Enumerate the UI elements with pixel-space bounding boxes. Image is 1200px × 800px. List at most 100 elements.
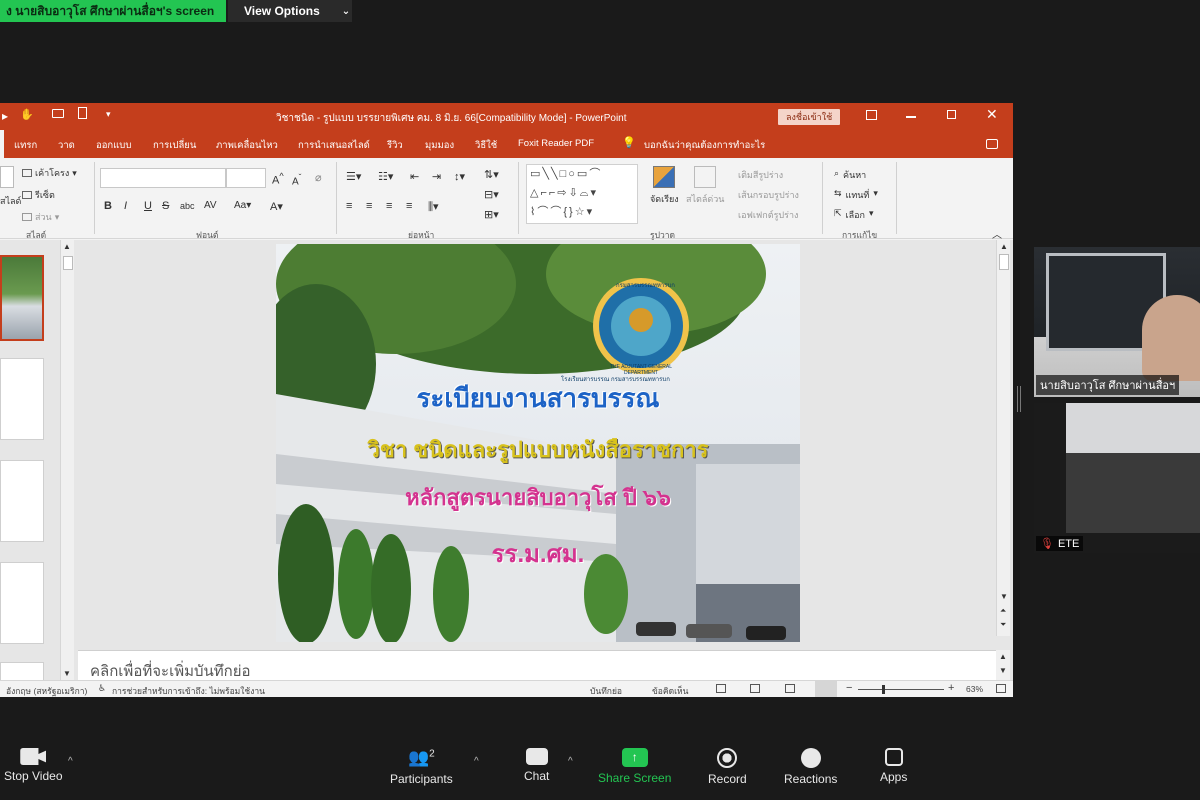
scroll-up-icon[interactable]: ▲	[1000, 242, 1008, 251]
grow-font-icon[interactable]: A^	[272, 171, 284, 187]
tab-foxit[interactable]: Foxit Reader PDF	[518, 138, 594, 149]
reactions-button[interactable]: Reactions	[784, 748, 837, 786]
touch-mode-icon[interactable]: ✋	[20, 108, 34, 121]
smartart-icon[interactable]: ⊞▾	[484, 208, 499, 221]
text-direction-icon[interactable]: ⇅▾	[484, 168, 499, 181]
slide-thumbnail-2[interactable]	[0, 358, 44, 440]
shapes-gallery[interactable]: ▭╲╲□○▭⌒ △⌐⌐⇨⇩⌓▾ ⌇⌒⌒{}☆▾	[526, 164, 638, 224]
replace-button[interactable]: ⇆ แทนที่ ▾	[834, 188, 878, 202]
font-size-dropdown[interactable]	[226, 168, 266, 188]
numbering-icon[interactable]: ☷▾	[378, 170, 393, 183]
align-left-icon[interactable]: ≡	[346, 200, 352, 212]
scroll-thumb[interactable]	[999, 254, 1009, 270]
zoom-slider[interactable]	[858, 685, 944, 694]
chat-options-caret[interactable]: ^	[568, 756, 573, 767]
shrink-font-icon[interactable]: Aˇ	[292, 172, 301, 187]
layout-button[interactable]: เค้าโครง ▾	[22, 166, 77, 180]
char-spacing-icon[interactable]: abc	[180, 201, 195, 211]
justify-icon[interactable]: ≡	[406, 200, 412, 212]
scroll-thumb[interactable]	[63, 256, 73, 270]
tell-me-search[interactable]: บอกฉันว่าคุณต้องการทำอะไร	[644, 138, 765, 153]
participants-options-caret[interactable]: ^	[474, 756, 479, 767]
autosave-icon[interactable]: ▸	[2, 109, 8, 123]
slide-thumbnail-4[interactable]	[0, 562, 44, 644]
minimize-icon[interactable]	[906, 116, 916, 118]
align-right-icon[interactable]: ≡	[386, 200, 392, 212]
apps-button[interactable]: Apps	[880, 748, 907, 784]
increase-indent-icon[interactable]: ⇥	[432, 170, 441, 183]
view-options-button[interactable]: View Options ⌄	[228, 0, 352, 22]
customize-qat-icon[interactable]: ▾	[106, 109, 111, 120]
slide-thumbnail-1[interactable]	[0, 255, 44, 341]
find-button[interactable]: ⌕ ค้นหา	[834, 168, 866, 182]
accessibility-status[interactable]: การช่วยสำหรับการเข้าถึง: ไม่พร้อมใช้งาน	[112, 684, 265, 697]
font-name-dropdown[interactable]	[100, 168, 226, 188]
scroll-down-icon[interactable]: ▼	[999, 666, 1007, 675]
columns-icon[interactable]: ⫼▾	[428, 200, 439, 214]
language-status[interactable]: อังกฤษ (สหรัฐอเมริกา)	[6, 684, 87, 697]
reset-button[interactable]: รีเซ็ต	[22, 188, 55, 202]
tab-transitions[interactable]: การเปลี่ยน	[153, 138, 196, 153]
tab-slideshow[interactable]: การนำเสนอสไลด์	[298, 138, 370, 153]
bullets-icon[interactable]: ☰▾	[346, 170, 361, 183]
sign-in-button[interactable]: ลงชื่อเข้าใช้	[778, 109, 841, 125]
accessibility-icon[interactable]: ♿	[98, 683, 106, 694]
select-button[interactable]: ⇱ เลือก ▾	[834, 208, 874, 222]
tab-view[interactable]: มุมมอง	[425, 138, 454, 153]
comments-icon[interactable]	[986, 139, 998, 149]
stop-video-button[interactable]: Stop Video	[4, 748, 63, 783]
restore-icon[interactable]	[947, 110, 956, 119]
slide-canvas[interactable]: THE ADJUTANT GENERAL DEPARTMENT กรมสารบร…	[276, 244, 800, 642]
participant-video-2[interactable]: 🎙 ETE	[1034, 403, 1200, 553]
font-color-icon[interactable]: A▾	[270, 200, 283, 213]
next-slide-icon[interactable]: ⏷	[1000, 620, 1006, 630]
comments-button[interactable]: ข้อคิดเห็น	[652, 684, 688, 697]
change-case-icon[interactable]: Aa▾	[234, 200, 251, 211]
chat-button[interactable]: Chat	[524, 748, 549, 783]
participants-button[interactable]: 👥2 Participants	[390, 748, 453, 786]
reading-view-icon[interactable]	[785, 684, 795, 693]
tab-draw[interactable]: วาด	[58, 138, 75, 153]
zoom-slider-thumb[interactable]	[882, 685, 885, 694]
slide-sorter-icon[interactable]	[750, 684, 760, 693]
tab-help[interactable]: วิธีใช้	[475, 138, 497, 153]
open-file-icon[interactable]	[52, 109, 64, 118]
tab-animations[interactable]: ภาพเคลื่อนไหว	[216, 138, 278, 153]
fit-slide-icon[interactable]	[996, 684, 1006, 693]
tab-insert[interactable]: แทรก	[14, 138, 37, 153]
line-spacing-icon[interactable]: ↕▾	[454, 170, 465, 183]
new-slide-button[interactable]	[0, 166, 14, 188]
shape-effects-button[interactable]: เอฟเฟกต์รูปร่าง	[738, 208, 798, 222]
align-center-icon[interactable]: ≡	[366, 200, 372, 212]
collapse-ribbon-icon[interactable]: ︿	[992, 226, 1002, 241]
thumbnail-scrollbar[interactable]: ▼ ▲	[60, 240, 74, 680]
new-file-icon[interactable]	[78, 107, 87, 119]
ribbon-display-icon[interactable]	[866, 110, 877, 120]
zoom-out-icon[interactable]: −	[846, 682, 852, 694]
slideshow-icon[interactable]	[815, 681, 837, 697]
spacing-icon[interactable]: AV	[204, 200, 217, 211]
clear-format-icon[interactable]: ⌀	[315, 171, 322, 184]
video-options-caret[interactable]: ^	[68, 756, 73, 767]
zoom-in-icon[interactable]: +	[948, 682, 954, 694]
align-text-icon[interactable]: ⊟▾	[484, 188, 499, 201]
notes-button[interactable]: บันทึกย่อ	[590, 684, 622, 697]
strikethrough-icon[interactable]: S	[162, 200, 169, 212]
participant-video-1[interactable]: นายสิบอาวุโส ศึกษาผ่านสื่อฯ	[1034, 247, 1200, 397]
tab-review[interactable]: รีวิว	[387, 138, 403, 153]
tab-home-active[interactable]	[0, 130, 4, 158]
shape-fill-button[interactable]: เติมสีรูปร่าง	[738, 168, 783, 182]
zoom-level[interactable]: 63%	[966, 684, 983, 694]
tab-design[interactable]: ออกแบบ	[96, 138, 131, 153]
scroll-down-icon[interactable]: ▼	[1000, 592, 1008, 601]
scroll-up-icon[interactable]: ▲	[63, 242, 71, 251]
notes-scrollbar[interactable]: ▲ ▼	[996, 650, 1010, 680]
quick-styles-button[interactable]: สไตล์ด่วน	[686, 166, 724, 206]
scroll-up-icon[interactable]: ▲	[999, 652, 1007, 661]
panel-splitter[interactable]	[1017, 386, 1021, 412]
decrease-indent-icon[interactable]: ⇤	[410, 170, 419, 183]
normal-view-icon[interactable]	[716, 684, 726, 693]
record-button[interactable]: Record	[708, 748, 747, 786]
notes-pane[interactable]: คลิกเพื่อที่จะเพิ่มบันทึกย่อ	[78, 650, 996, 680]
scroll-down-icon[interactable]: ▼	[63, 669, 71, 678]
